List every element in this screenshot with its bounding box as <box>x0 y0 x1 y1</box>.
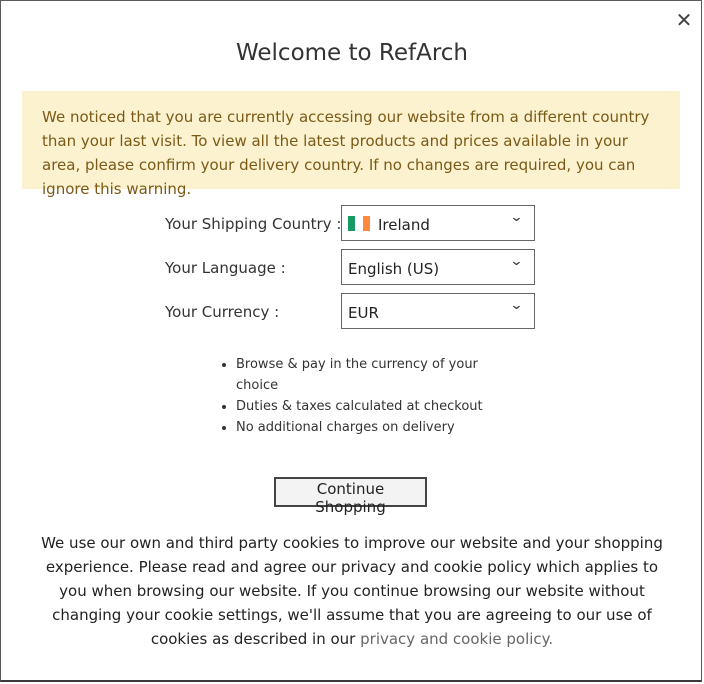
flag-stripe-green <box>348 216 356 231</box>
list-item: No additional charges on delivery <box>236 417 506 438</box>
currency-row: Your Currency : EUR ⌄ <box>165 293 537 331</box>
shipping-country-select[interactable]: Ireland ⌄ <box>341 205 535 241</box>
language-label: Your Language : <box>165 259 286 277</box>
close-icon[interactable]: ✕ <box>674 10 694 30</box>
flag-stripe-orange <box>362 216 370 231</box>
shipping-country-row: Your Shipping Country : Ireland ⌄ <box>165 205 537 243</box>
cookie-notice: We use our own and third party cookies t… <box>40 531 664 651</box>
chevron-down-icon: ⌄ <box>509 254 524 269</box>
ireland-flag-icon <box>348 216 370 231</box>
dialog-title: Welcome to RefArch <box>235 40 469 66</box>
continue-shopping-button[interactable]: Continue Shopping <box>274 477 427 516</box>
language-row: Your Language : English (US) ⌄ <box>165 249 537 287</box>
cookie-notice-text: We use our own and third party cookies t… <box>41 534 663 648</box>
shipping-country-label: Your Shipping Country : <box>165 215 342 233</box>
list-item: Browse & pay in the currency of your cho… <box>236 354 506 396</box>
currency-label: Your Currency : <box>165 303 280 321</box>
currency-select[interactable]: EUR ⌄ <box>341 293 535 329</box>
language-select[interactable]: English (US) ⌄ <box>341 249 535 285</box>
currency-value: EUR <box>348 304 379 322</box>
benefits-list: Browse & pay in the currency of your cho… <box>218 354 506 438</box>
privacy-cookie-policy-link[interactable]: privacy and cookie policy. <box>360 630 553 648</box>
flag-stripe-white <box>355 216 363 231</box>
shipping-country-value: Ireland <box>378 216 430 234</box>
list-item: Duties & taxes calculated at checkout <box>236 396 506 417</box>
language-value: English (US) <box>348 260 440 278</box>
chevron-down-icon: ⌄ <box>509 210 524 225</box>
chevron-down-icon: ⌄ <box>509 298 524 313</box>
country-warning-message: We noticed that you are currently access… <box>22 91 680 198</box>
